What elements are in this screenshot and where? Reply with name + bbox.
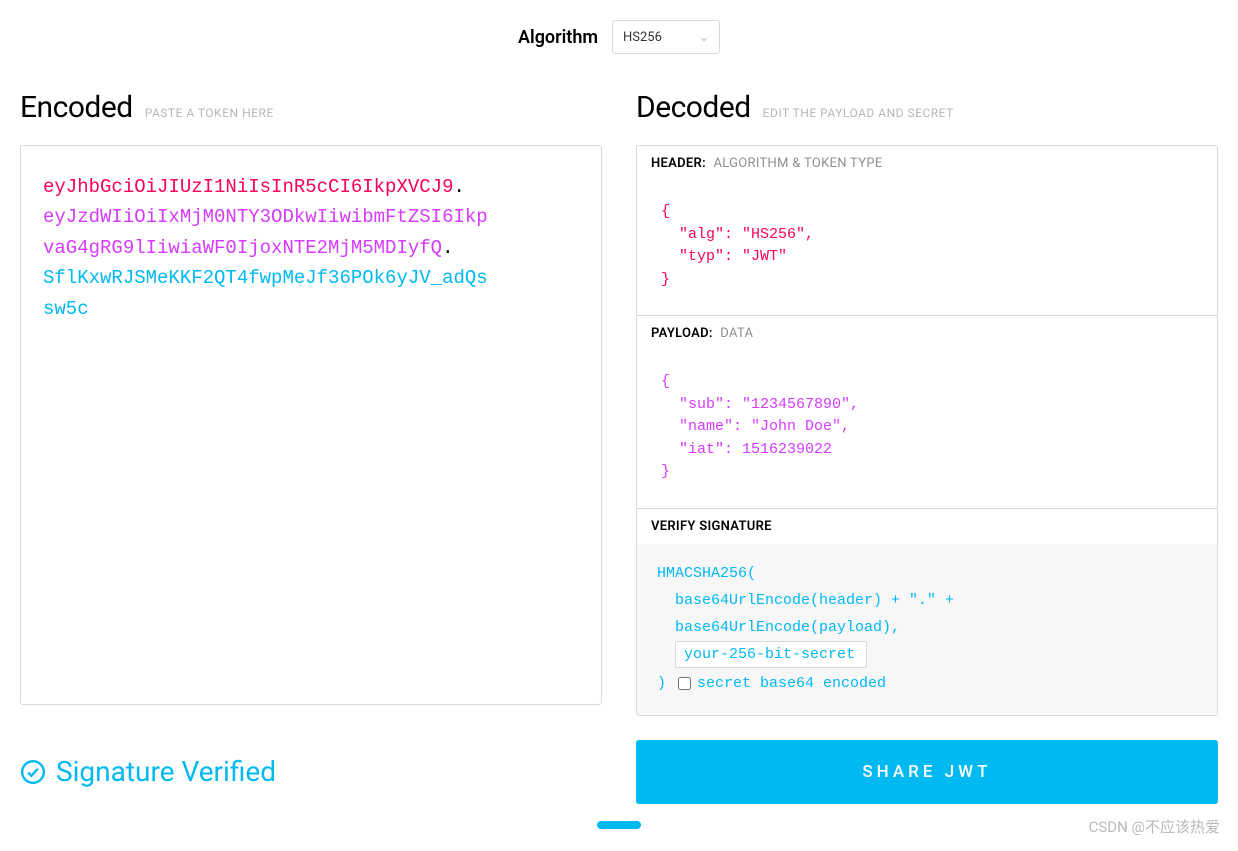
header-seg-head: HEADER: ALGORITHM & TOKEN TYPE xyxy=(637,146,1217,181)
algorithm-selected: HS256 xyxy=(623,30,662,45)
token-dot-1: . xyxy=(453,176,464,198)
payload-head-strong: PAYLOAD: xyxy=(651,326,713,341)
decoded-box: HEADER: ALGORITHM & TOKEN TYPE { "alg": … xyxy=(636,145,1218,716)
payload-segment: PAYLOAD: DATA { "sub": "1234567890", "na… xyxy=(637,316,1217,509)
decoded-column: Decoded EDIT THE PAYLOAD AND SECRET HEAD… xyxy=(636,90,1218,716)
secret-input[interactable] xyxy=(675,641,867,668)
header-segment: HEADER: ALGORITHM & TOKEN TYPE { "alg": … xyxy=(637,146,1217,316)
encoded-column: Encoded PASTE A TOKEN HERE eyJhbGciOiJIU… xyxy=(20,90,602,716)
signature-verified-text: Signature Verified xyxy=(56,755,276,788)
decoded-sub: EDIT THE PAYLOAD AND SECRET xyxy=(763,106,954,120)
sig-line-2: base64UrlEncode(payload), xyxy=(657,614,1197,641)
watermark: CSDN @不应该热爱 xyxy=(1089,816,1220,837)
columns: Encoded PASTE A TOKEN HERE eyJhbGciOiJIU… xyxy=(0,90,1238,716)
encoded-sub: PASTE A TOKEN HERE xyxy=(145,106,274,120)
encoded-title: Encoded xyxy=(20,90,133,125)
token-header-part: eyJhbGciOiJIUzI1NiIsInR5cCI6IkpXVCJ9 xyxy=(43,176,453,198)
chevron-down-icon: ⌄ xyxy=(699,30,709,44)
sig-secret-wrap xyxy=(657,641,1197,668)
token-payload-part-l1: eyJzdWIiOiIxMjM0NTY3ODkwIiwibmFtZSI6Ikp xyxy=(43,206,488,228)
decoded-title: Decoded xyxy=(636,90,751,125)
header-head-weak: ALGORITHM & TOKEN TYPE xyxy=(713,156,882,171)
decoded-title-row: Decoded EDIT THE PAYLOAD AND SECRET xyxy=(636,90,1218,125)
sig-close-paren: ) xyxy=(657,670,666,697)
signature-seg-head: VERIFY SIGNATURE xyxy=(637,509,1217,544)
encoded-title-row: Encoded PASTE A TOKEN HERE xyxy=(20,90,602,125)
check-circle-icon xyxy=(20,759,46,785)
sig-close-line: ) secret base64 encoded xyxy=(657,670,1197,697)
signature-body: HMACSHA256( base64UrlEncode(header) + ".… xyxy=(637,544,1217,715)
header-body[interactable]: { "alg": "HS256", "typ": "JWT" } xyxy=(637,181,1217,315)
token-payload-part-l2: vaG4gRG9lIiwiaWF0IjoxNTE2MjM5MDIyfQ xyxy=(43,237,442,259)
payload-body[interactable]: { "sub": "1234567890", "name": "John Doe… xyxy=(637,351,1217,508)
token-signature-part-l1: SflKxwRJSMeKKF2QT4fwpMeJf36POk6yJV_adQs xyxy=(43,267,488,289)
payload-seg-head: PAYLOAD: DATA xyxy=(637,316,1217,351)
footer-row: Signature Verified SHARE JWT xyxy=(0,716,1238,804)
sig-fn: HMACSHA256( xyxy=(657,560,1197,587)
signature-verified: Signature Verified xyxy=(20,755,602,788)
algorithm-select[interactable]: HS256 ⌄ xyxy=(612,20,720,54)
algorithm-row: Algorithm HS256 ⌄ xyxy=(0,0,1238,90)
token-signature-part-l2: sw5c xyxy=(43,298,89,320)
token-dot-2: . xyxy=(442,237,453,259)
signature-head-strong: VERIFY SIGNATURE xyxy=(651,519,772,534)
share-jwt-button[interactable]: SHARE JWT xyxy=(636,740,1218,804)
secret-base64-checkbox[interactable] xyxy=(678,677,691,690)
sig-line-1: base64UrlEncode(header) + "." + xyxy=(657,587,1197,614)
algorithm-label: Algorithm xyxy=(518,27,598,48)
payload-head-weak: DATA xyxy=(720,326,753,341)
signature-segment: VERIFY SIGNATURE HMACSHA256( base64UrlEn… xyxy=(637,509,1217,715)
progress-indicator xyxy=(597,821,641,829)
secret-base64-label: secret base64 encoded xyxy=(697,670,886,697)
encoded-token-box[interactable]: eyJhbGciOiJIUzI1NiIsInR5cCI6IkpXVCJ9. ey… xyxy=(20,145,602,705)
header-head-strong: HEADER: xyxy=(651,156,706,171)
